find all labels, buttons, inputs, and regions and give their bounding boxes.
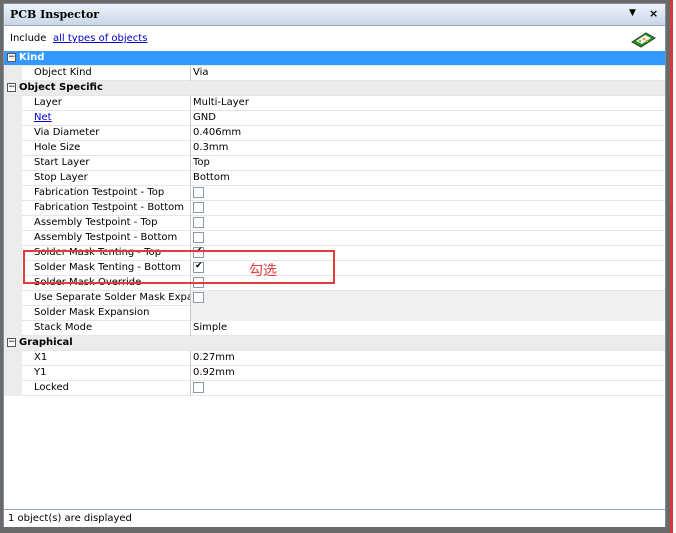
- net-link[interactable]: Net: [34, 112, 52, 123]
- category-label: Kind: [19, 52, 45, 63]
- panel-titlebar: PCB Inspector ▼ ×: [4, 4, 665, 26]
- annotation-highlight-box: [23, 250, 335, 284]
- property-name: Stop Layer: [34, 172, 88, 183]
- property-name: Start Layer: [34, 157, 90, 168]
- property-value[interactable]: 0.92mm: [193, 367, 235, 378]
- property-name: Layer: [34, 97, 62, 108]
- property-name: Locked: [34, 382, 69, 393]
- checkbox[interactable]: [193, 187, 204, 198]
- collapse-icon[interactable]: −: [7, 338, 16, 347]
- property-grid: − Kind Object Kind Via − Object Specific…: [4, 51, 665, 396]
- property-row[interactable]: Y1 0.92mm: [4, 366, 665, 381]
- property-name: X1: [34, 352, 48, 363]
- property-row[interactable]: Hole Size 0.3mm: [4, 141, 665, 156]
- property-row[interactable]: Assembly Testpoint - Top: [4, 216, 665, 231]
- property-name: Hole Size: [34, 142, 81, 153]
- include-bar: Include all types of objects: [4, 26, 665, 51]
- property-name: Assembly Testpoint - Top: [34, 217, 158, 228]
- category-object-specific[interactable]: − Object Specific: [4, 81, 665, 96]
- property-row[interactable]: Net GND: [4, 111, 665, 126]
- property-name: Use Separate Solder Mask Expan...: [34, 292, 209, 303]
- category-graphical[interactable]: − Graphical: [4, 336, 665, 351]
- property-row[interactable]: Object Kind Via: [4, 66, 665, 81]
- property-row[interactable]: Assembly Testpoint - Bottom: [4, 231, 665, 246]
- collapse-icon[interactable]: −: [7, 83, 16, 92]
- property-row[interactable]: Layer Multi-Layer: [4, 96, 665, 111]
- property-row[interactable]: Locked: [4, 381, 665, 396]
- property-value[interactable]: 0.3mm: [193, 142, 228, 153]
- property-row[interactable]: Stack Mode Simple: [4, 321, 665, 336]
- status-bar: 1 object(s) are displayed: [4, 509, 665, 527]
- property-row[interactable]: Via Diameter 0.406mm: [4, 126, 665, 141]
- property-value[interactable]: GND: [193, 112, 216, 123]
- checkbox[interactable]: [193, 202, 204, 213]
- checkbox[interactable]: [193, 217, 204, 228]
- category-label: Object Specific: [19, 82, 103, 93]
- include-label: Include: [10, 33, 47, 44]
- property-name: Via Diameter: [34, 127, 100, 138]
- property-row[interactable]: Fabrication Testpoint - Bottom: [4, 201, 665, 216]
- property-row[interactable]: Start Layer Top: [4, 156, 665, 171]
- annotation-text: 勾选: [249, 263, 277, 279]
- property-name: Fabrication Testpoint - Bottom: [34, 202, 184, 213]
- property-name: Solder Mask Expansion: [34, 307, 150, 318]
- property-row[interactable]: Stop Layer Bottom: [4, 171, 665, 186]
- property-row[interactable]: Fabrication Testpoint - Top: [4, 186, 665, 201]
- property-value[interactable]: Simple: [193, 322, 227, 333]
- property-name: Object Kind: [34, 67, 92, 78]
- property-value[interactable]: 0.406mm: [193, 127, 241, 138]
- close-icon[interactable]: ×: [649, 7, 658, 20]
- pcb-inspector-panel: PCB Inspector ▼ × Include all types of o…: [3, 3, 666, 527]
- property-value[interactable]: Multi-Layer: [193, 97, 249, 108]
- pcb-chip-icon[interactable]: [630, 30, 657, 48]
- property-name: Y1: [34, 367, 47, 378]
- status-text: 1 object(s) are displayed: [8, 513, 132, 524]
- collapse-icon[interactable]: −: [7, 53, 16, 62]
- checkbox[interactable]: [193, 292, 204, 303]
- property-row[interactable]: X1 0.27mm: [4, 351, 665, 366]
- property-row[interactable]: Use Separate Solder Mask Expan...: [4, 291, 665, 306]
- panel-title: PCB Inspector: [10, 8, 100, 21]
- category-kind[interactable]: − Kind: [4, 51, 665, 66]
- property-name: Stack Mode: [34, 322, 93, 333]
- property-value[interactable]: Via: [193, 67, 209, 78]
- property-name: Fabrication Testpoint - Top: [34, 187, 165, 198]
- category-label: Graphical: [19, 337, 73, 348]
- property-row[interactable]: Solder Mask Expansion: [4, 306, 665, 321]
- checkbox[interactable]: [193, 232, 204, 243]
- property-value[interactable]: Top: [193, 157, 210, 168]
- property-value[interactable]: 0.27mm: [193, 352, 235, 363]
- panel-menu-icon[interactable]: ▼: [629, 8, 636, 18]
- checkbox[interactable]: [193, 382, 204, 393]
- include-filter-link[interactable]: all types of objects: [53, 33, 147, 44]
- property-value[interactable]: Bottom: [193, 172, 230, 183]
- property-name: Assembly Testpoint - Bottom: [34, 232, 178, 243]
